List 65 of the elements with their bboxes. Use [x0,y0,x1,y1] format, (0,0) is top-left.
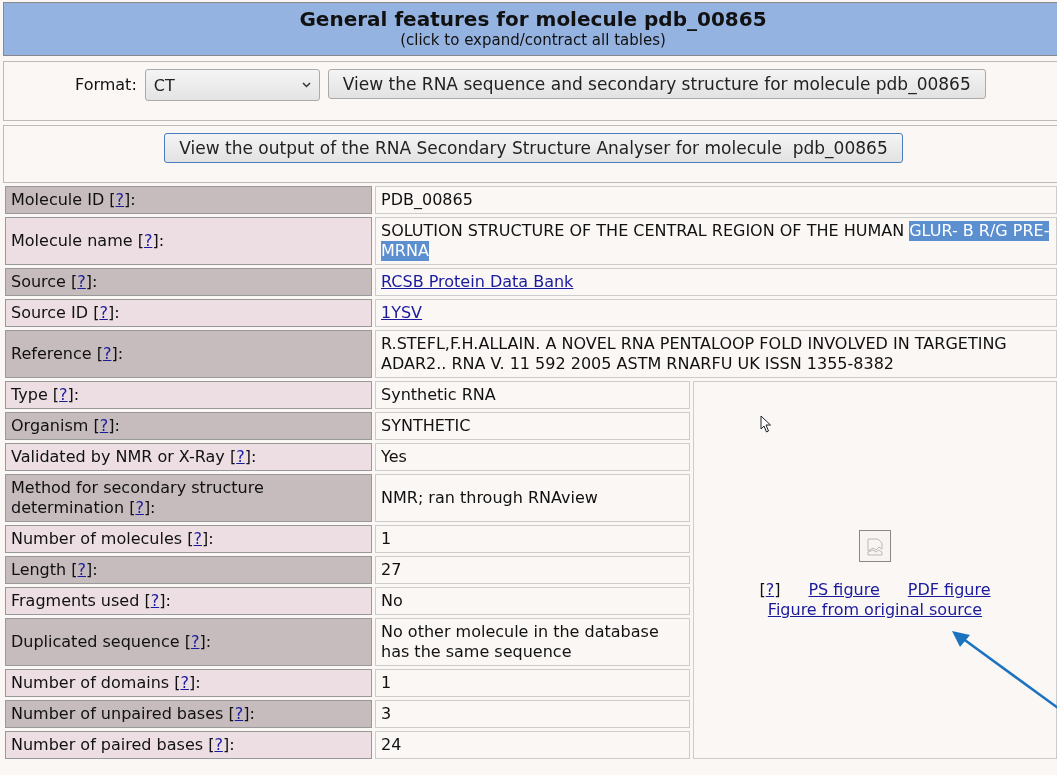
field-label: Number of unpaired bases [?]: [5,700,372,728]
field-value: SYNTHETIC [375,412,690,440]
field-label: Validated by NMR or X-Ray [?]: [5,443,372,471]
field-label: Method for secondary structure determination [?]: [5,474,372,522]
help-link[interactable]: ? [765,580,775,599]
selected-text: MRNA [381,241,429,261]
help-link[interactable]: ? [193,529,202,548]
field-value: NMR; ran through RNAview [375,474,690,522]
field-value: 3 [375,700,690,728]
field-value: SOLUTION STRUCTURE OF THE CENTRAL REGION OF THE HUMAN GLUR- B R/G PRE- MRNA [375,217,1057,265]
help-link[interactable]: ? [99,303,108,322]
field-value: Synthetic RNA [375,381,690,409]
help-link[interactable]: ? [59,385,68,404]
field-label: Type [?]: [5,381,372,409]
value-link[interactable]: RCSB Protein Data Bank [381,272,574,291]
field-label: Source [?]: [5,268,372,296]
pointer-icon [760,415,772,433]
field-value: R.STEFL,F.H.ALLAIN. A NOVEL RNA PENTALOOP FOLD INVOLVED IN TARGETING ADAR2.. RNA V. 11 592 2005 ASTM RNARFU UK ISSN 1355-8382 [375,330,1057,378]
help-link[interactable]: ? [234,704,244,723]
original-figure-link[interactable]: Figure from original source [767,600,983,620]
help-link[interactable]: ? [190,632,200,651]
help-link[interactable]: ? [236,447,245,466]
field-label: Number of domains [?]: [5,669,372,697]
help-link[interactable]: ? [214,735,223,754]
ps-figure-link[interactable]: PS figure [808,580,880,600]
selected-text: GLUR- B R/G PRE- [909,221,1050,241]
pdf-figure-link[interactable]: PDF figure [907,580,991,600]
field-label: Number of paired bases [?]: [5,731,372,759]
field-label: Organism [?]: [5,412,372,440]
field-label: Molecule name [?]: [5,217,372,265]
page-subtitle: (click to expand/contract all tables) [399,31,667,49]
format-dropdown[interactable]: CT [144,69,320,101]
view-analyser-button[interactable]: View the output of the RNA Secondary Structure Analyser for molecule pdb_00865 [164,133,903,163]
view-sequence-button[interactable]: View the RNA sequence and secondary structure for molecule pdb_00865 [327,69,986,99]
chevron-icon [301,82,311,88]
field-label: Duplicated sequence [?]: [5,618,372,666]
help-link[interactable]: ? [143,231,153,250]
help-link[interactable]: ? [180,673,189,692]
field-label: Source ID [?]: [5,299,372,327]
field-value: 24 [375,731,690,759]
help-link[interactable]: ? [77,272,86,291]
field-value: No [375,587,690,615]
format-label: Format: [75,74,137,96]
field-value: PDB_00865 [375,186,1057,214]
help-link[interactable]: ? [150,591,160,610]
field-value: 1 [375,669,690,697]
help-link[interactable]: ? [135,498,144,517]
field-value: 1 [375,525,690,553]
broken-image-icon [859,530,891,562]
value-link[interactable]: 1YSV [381,303,423,322]
field-label: Number of molecules [?]: [5,525,372,553]
figure-help: [?] [759,580,781,600]
page-title: General features for molecule pdb_00865 [298,7,768,31]
field-label: Length [?]: [5,556,372,584]
field-label: Molecule ID [?]: [5,186,372,214]
field-value: Yes [375,443,690,471]
field-value: 27 [375,556,690,584]
help-link[interactable]: ? [115,190,125,209]
field-value: No other molecule in the database has the same sequence [375,618,690,666]
help-link[interactable]: ? [99,416,109,435]
help-link[interactable]: ? [77,560,86,579]
help-link[interactable]: ? [102,344,112,363]
field-label: Fragments used [?]: [5,587,372,615]
header-bar[interactable]: General features for molecule pdb_00865 (click to expand/contract all tables) [3,2,1057,56]
field-label: Reference [?]: [5,330,372,378]
